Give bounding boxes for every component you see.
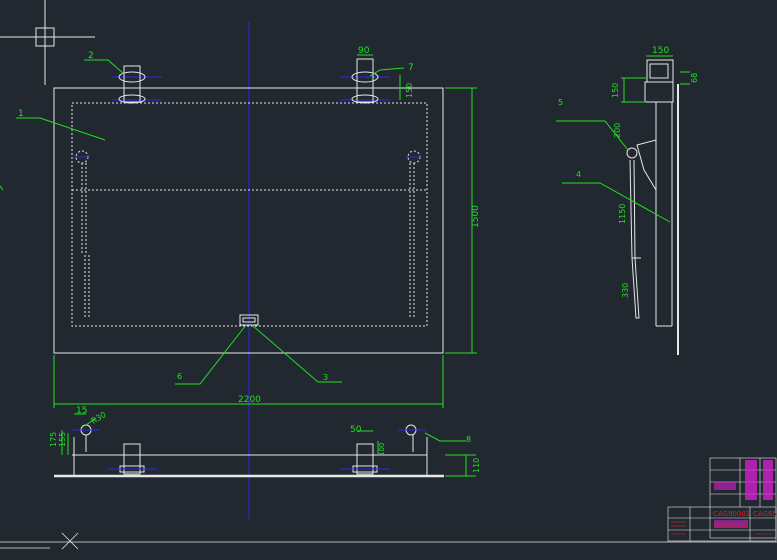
dim-plan-100: 100 bbox=[378, 443, 386, 456]
model-space-border bbox=[0, 532, 777, 550]
callout-2: 2 bbox=[88, 51, 94, 61]
dim-plan-110: 110 bbox=[472, 458, 481, 473]
ucs-crosshair-icon bbox=[0, 0, 95, 85]
dim-side-330: 330 bbox=[621, 283, 630, 298]
dimension-lines-front bbox=[16, 54, 477, 408]
callout-8: 8 bbox=[466, 435, 471, 444]
hidden-cylinder-left bbox=[74, 150, 90, 318]
callout-3: 3 bbox=[323, 373, 328, 382]
callout-5: 5 bbox=[558, 98, 563, 107]
plan-view: 15 R30 175 155 50 100 110 8 bbox=[49, 406, 481, 478]
callout-7: 7 bbox=[408, 63, 414, 73]
title-drawing-no: CAG90001 bbox=[713, 510, 750, 518]
dim-plan-50: 50 bbox=[350, 425, 362, 435]
hidden-cylinder-right bbox=[406, 150, 422, 318]
dim-side-1150: 1150 bbox=[618, 204, 627, 224]
top-bolt-left bbox=[112, 65, 162, 104]
callout-1: 1 bbox=[18, 109, 24, 119]
side-view: 150 68 150 200 1150 330 5 4 bbox=[556, 46, 699, 355]
dim-plan-175: 175 bbox=[49, 432, 58, 447]
dim-plan-15: 15 bbox=[76, 406, 87, 416]
side-bracket bbox=[646, 59, 674, 83]
cad-drawing-canvas: 2200 1500 90 150 1 2 7 6 3 150 68 150 20… bbox=[0, 0, 777, 550]
callout-6: 6 bbox=[177, 372, 182, 381]
dim-90: 90 bbox=[358, 46, 370, 56]
dim-side-150: 150 bbox=[611, 83, 620, 98]
dim-plan-r30: R30 bbox=[90, 410, 108, 426]
title-description: XXXXXXXXXX bbox=[713, 523, 748, 529]
dim-side-68: 68 bbox=[690, 73, 699, 83]
dim-2200: 2200 bbox=[238, 395, 261, 405]
callout-4: 4 bbox=[576, 170, 581, 179]
title-block: CAG90001 CAG65 XXXXXXXXXX bbox=[667, 457, 777, 542]
dim-side-150-top: 150 bbox=[652, 46, 669, 56]
dim-1500: 1500 bbox=[471, 205, 481, 228]
title-scale-code: CAG65 bbox=[753, 510, 777, 518]
dim-side-200: 200 bbox=[613, 123, 622, 138]
dim-150-bolt: 150 bbox=[405, 83, 414, 98]
dim-plan-155: 155 bbox=[58, 432, 67, 447]
top-bolt-right bbox=[340, 58, 390, 104]
